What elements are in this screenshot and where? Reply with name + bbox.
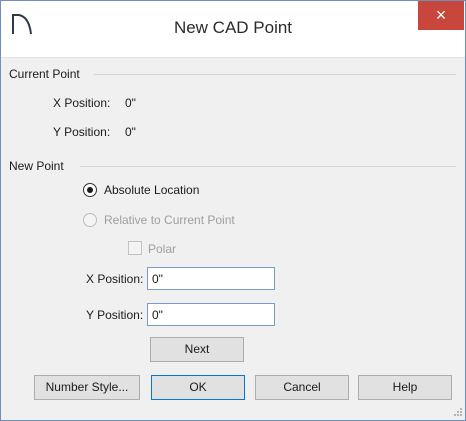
relative-location-label[interactable]: Relative to Current Point [104, 213, 235, 227]
new-point-separator [80, 166, 456, 167]
new-point-group-label: New Point [9, 159, 64, 173]
help-button[interactable]: Help [358, 375, 452, 400]
next-button[interactable]: Next [150, 337, 244, 362]
close-button[interactable]: × [418, 1, 464, 30]
ok-button[interactable]: OK [151, 375, 245, 400]
new-x-label: X Position: [86, 272, 144, 286]
cancel-button[interactable]: Cancel [255, 375, 349, 400]
absolute-location-label[interactable]: Absolute Location [104, 183, 199, 197]
relative-location-radio[interactable] [83, 213, 97, 227]
close-icon: × [435, 5, 447, 25]
y-position-input[interactable] [147, 303, 275, 326]
current-point-separator [94, 74, 456, 75]
dialog-title: New CAD Point [173, 18, 293, 37]
current-y-label: Y Position: [53, 125, 111, 139]
new-cad-point-dialog: New CAD Point × Current Point X Position… [0, 0, 466, 421]
polar-label[interactable]: Polar [148, 242, 176, 256]
current-x-value: 0" [125, 96, 136, 110]
number-style-button[interactable]: Number Style... [34, 375, 140, 400]
title-bar[interactable]: New CAD Point × [1, 1, 465, 58]
polar-checkbox[interactable] [128, 241, 142, 255]
current-y-value: 0" [125, 125, 136, 139]
x-position-input[interactable] [147, 267, 275, 290]
absolute-location-radio[interactable] [83, 183, 97, 197]
current-point-group-label: Current Point [9, 67, 80, 81]
resize-grip-icon[interactable] [453, 407, 463, 417]
new-y-label: Y Position: [86, 308, 144, 322]
current-x-label: X Position: [53, 96, 111, 110]
